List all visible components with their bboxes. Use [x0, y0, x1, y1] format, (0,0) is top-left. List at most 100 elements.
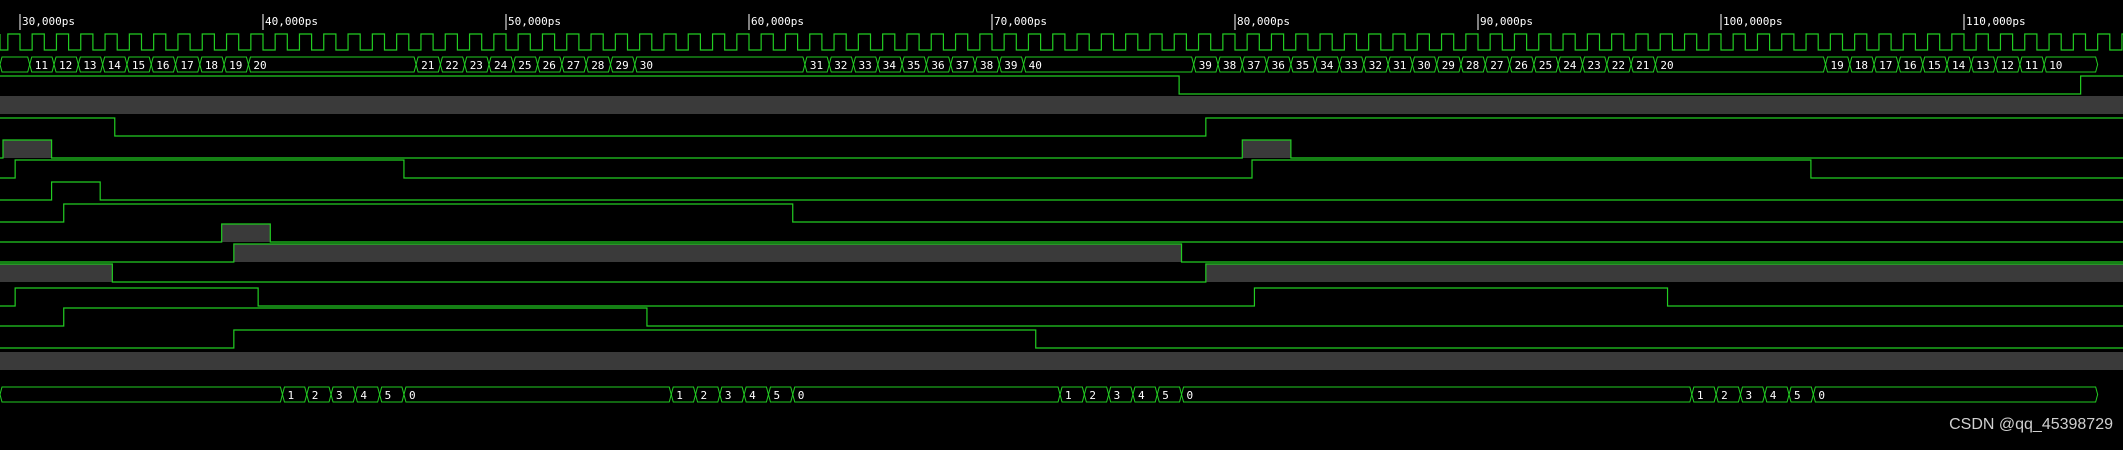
bus-value-label: 3: [1114, 389, 1121, 402]
bus-value-label: 3: [725, 389, 732, 402]
bus-value-label: 28: [591, 59, 604, 72]
bus-value-label: 19: [1830, 59, 1843, 72]
bus-value-label: 13: [83, 59, 96, 72]
bus-value-label: 17: [1879, 59, 1892, 72]
signal-waveform: [0, 287, 2123, 307]
bus-value-label: 10: [2049, 59, 2062, 72]
bus-value-label: 1: [1697, 389, 1704, 402]
bus-segment: [1023, 56, 1195, 73]
bus-value-label: 21: [421, 59, 434, 72]
bus-value-label: 24: [494, 59, 508, 72]
bus-value-label: 27: [567, 59, 580, 72]
bus-value-label: 36: [931, 59, 944, 72]
signal-sig_8: [0, 243, 2123, 263]
bus-segment: [1654, 56, 1827, 73]
bus-value-label: 19: [229, 59, 242, 72]
bus-segment: [330, 386, 356, 403]
bus-value-label: 28: [1466, 59, 1479, 72]
signal-sig_11: [0, 307, 2123, 327]
bus-segment: [306, 386, 332, 403]
bus-segment: [767, 386, 794, 403]
waveform-canvas[interactable]: 30,000ps 40,000ps 50,000ps 60,000ps 70,000ps…: [0, 0, 2123, 450]
bus-value-label: 2: [701, 389, 708, 402]
bus-value-label: 15: [132, 59, 145, 72]
bus-value-label: 5: [385, 389, 392, 402]
bus-value-label: 0: [409, 389, 416, 402]
signal-fill: [0, 352, 2123, 370]
bus-segment: [1059, 386, 1085, 403]
bus-value-label: 37: [956, 59, 969, 72]
ruler-tick-label: 70,000ps: [994, 15, 1047, 28]
ruler-tick-label: 60,000ps: [751, 15, 804, 28]
bus-value-label: 0: [798, 389, 805, 402]
bus-value-label: 1: [1065, 389, 1072, 402]
bus-value-label: 32: [1369, 59, 1382, 72]
signal-waveform: [0, 307, 2123, 327]
bus-value-label: 31: [1393, 59, 1406, 72]
clock-signal: [0, 33, 2123, 51]
bus-value-label: 35: [907, 59, 920, 72]
bus-value-label: 26: [1515, 59, 1528, 72]
bus-value-label: 39: [1004, 59, 1017, 72]
bus-segment: [0, 386, 283, 403]
bus-segment: [1812, 386, 2099, 403]
bus-value-label: 12: [59, 59, 72, 72]
bus-value-label: 5: [1162, 389, 1169, 402]
bus-segment: [1788, 386, 1814, 403]
bus-value-label: 3: [336, 389, 343, 402]
signal-fill: [221, 224, 271, 242]
signal-fill: [0, 96, 2123, 114]
bus-segment: [403, 386, 672, 403]
signal-waveform: [0, 181, 2123, 201]
waveform-viewer[interactable]: 30,000ps 40,000ps 50,000ps 60,000ps 70,000ps…: [0, 0, 2123, 450]
bus-segment: [1715, 386, 1741, 403]
signal-fill: [0, 264, 113, 282]
bus-value-label: 27: [1490, 59, 1503, 72]
signal-sig_2: [0, 117, 2123, 137]
signal-waveform: [0, 223, 2123, 243]
counter-bus: 11 12 13 14 15 16 17 18 19 20 21 22 23 24 25 26 27 28 29 30…: [0, 56, 2099, 73]
signal-waveform: [0, 139, 2123, 159]
bus-value-label: 1: [287, 389, 294, 402]
bus-value-label: 39: [1199, 59, 1212, 72]
bus-segment: [0, 56, 31, 73]
bus-value-label: 31: [810, 59, 823, 72]
bus-value-label: 26: [543, 59, 556, 72]
bus-segment: [1764, 386, 1790, 403]
bus-value-label: 3: [1745, 389, 1752, 402]
signal-sig_10: [0, 287, 2123, 307]
bus-value-label: 38: [980, 59, 993, 72]
signal-sig_3: [0, 139, 2123, 159]
ruler-tick-label: 30,000ps: [22, 15, 75, 28]
bus-value-label: 33: [1344, 59, 1357, 72]
signal-waveform: [0, 159, 2123, 179]
bus-segment: [634, 56, 806, 73]
ruler-tick-label: 80,000ps: [1237, 15, 1290, 28]
bus-value-label: 14: [108, 59, 122, 72]
bus-segment: [1156, 386, 1183, 403]
bus-value-label: 22: [1612, 59, 1625, 72]
signal-waveform: [0, 329, 2123, 349]
bus-value-label: 22: [445, 59, 458, 72]
signal-sig_7: [0, 223, 2123, 243]
bus-segment: [281, 386, 308, 403]
signal-waveform: [0, 75, 2123, 95]
bus-value-label: 16: [1903, 59, 1916, 72]
signal-sig_12: [0, 329, 2123, 349]
bus-value-label: 4: [1770, 389, 1777, 402]
signal-sig_0: [0, 75, 2123, 95]
bus-value-label: 20: [1660, 59, 1673, 72]
bus-segment: [1739, 386, 1766, 403]
ruler-tick-label: 100,000ps: [1723, 15, 1783, 28]
bus-value-label: 12: [2001, 59, 2014, 72]
bus-value-label: 33: [858, 59, 871, 72]
bus-value-label: 30: [640, 59, 653, 72]
bus-value-label: 5: [773, 389, 780, 402]
signal-sig_4: [0, 159, 2123, 179]
bus-value-label: 32: [834, 59, 847, 72]
bus-value-label: 2: [1721, 389, 1728, 402]
bus-value-label: 18: [1855, 59, 1868, 72]
signal-waveform: [0, 117, 2123, 137]
bus-segment: [695, 386, 721, 403]
ruler-tick-label: 40,000ps: [265, 15, 318, 28]
